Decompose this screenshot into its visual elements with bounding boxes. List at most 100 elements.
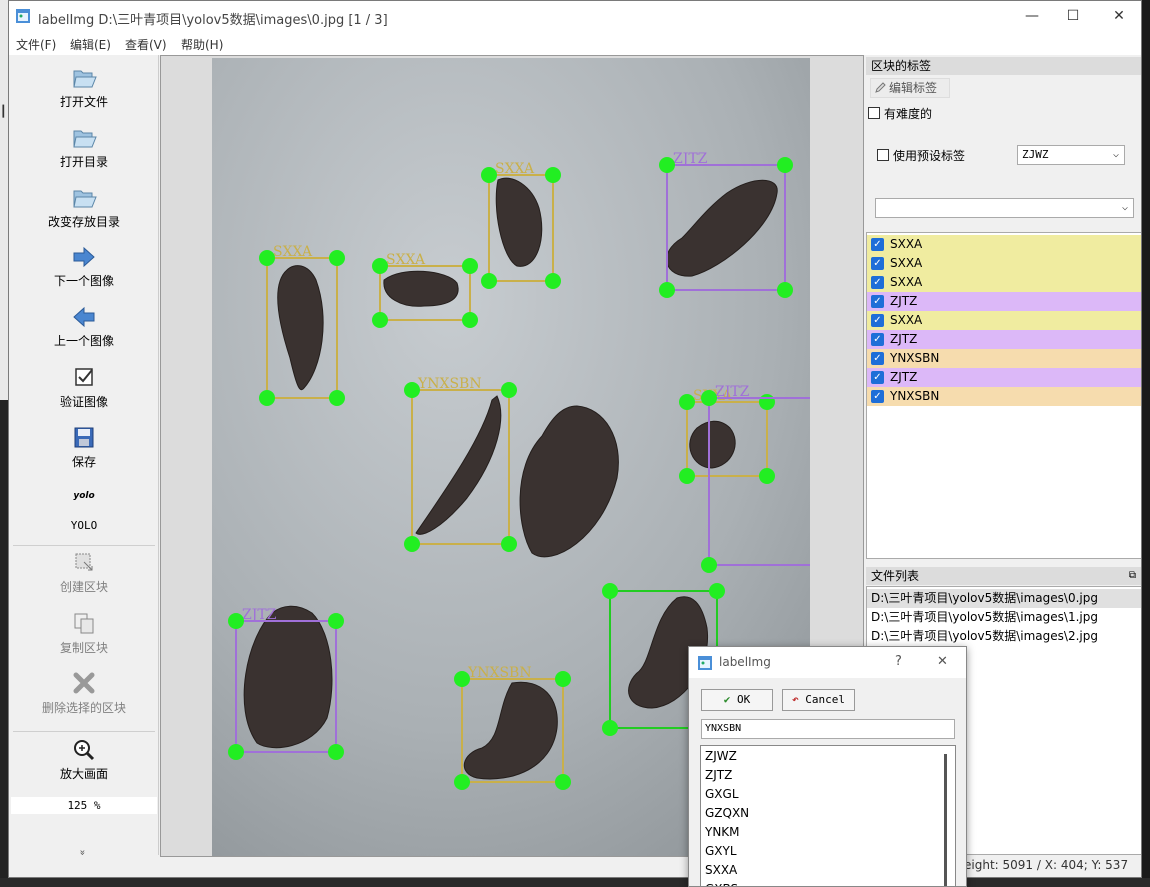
checked-checkbox[interactable]: ✓: [871, 238, 884, 251]
box-corner-handle[interactable]: [328, 744, 344, 760]
prev-image-button[interactable]: 上一个图像: [9, 304, 159, 349]
label-list-item[interactable]: ✓ YNXSBN: [867, 349, 1141, 368]
box-corner-handle[interactable]: [454, 671, 470, 687]
box-corner-handle[interactable]: [454, 774, 470, 790]
box-corner-handle[interactable]: [501, 382, 517, 398]
box-corner-handle[interactable]: [328, 613, 344, 629]
checked-checkbox[interactable]: ✓: [871, 352, 884, 365]
checked-checkbox[interactable]: ✓: [871, 257, 884, 270]
change-save-dir-button[interactable]: 改变存放目录: [9, 185, 159, 230]
box-corner-handle[interactable]: [481, 167, 497, 183]
label-option[interactable]: YNKM: [705, 823, 740, 842]
zoom-level-display[interactable]: 125 %: [11, 797, 157, 814]
box-corner-handle[interactable]: [659, 157, 675, 173]
scrollbar[interactable]: [944, 754, 947, 886]
label-option[interactable]: ZJWZ: [705, 747, 737, 766]
label-list-item[interactable]: ✓ SXXA: [867, 273, 1141, 292]
maximize-button[interactable]: ☐: [1050, 1, 1096, 32]
menu-view[interactable]: 查看(V): [125, 36, 167, 53]
toolbar-more-icon[interactable]: »: [77, 849, 88, 855]
label-option[interactable]: GXBS: [705, 880, 738, 886]
box-corner-handle[interactable]: [372, 312, 388, 328]
menu-edit[interactable]: 编辑(E): [70, 36, 111, 53]
yolo-format-button[interactable]: yolo YOLO: [9, 491, 159, 532]
box-corner-handle[interactable]: [462, 312, 478, 328]
create-box-button[interactable]: 创建区块: [9, 550, 159, 595]
checked-checkbox[interactable]: ✓: [871, 333, 884, 346]
use-default-label-checkbox[interactable]: [877, 149, 889, 161]
label-option[interactable]: SXXA: [705, 861, 737, 880]
label-filter-combo[interactable]: ⌵: [875, 198, 1134, 218]
checked-checkbox[interactable]: ✓: [871, 295, 884, 308]
box-corner-handle[interactable]: [759, 394, 775, 410]
box-corner-handle[interactable]: [545, 167, 561, 183]
duplicate-box-button[interactable]: 复制区块: [9, 611, 159, 656]
box-corner-handle[interactable]: [481, 273, 497, 289]
open-dir-button[interactable]: 打开目录: [9, 125, 159, 170]
label-option[interactable]: GZQXN: [705, 804, 749, 823]
checked-checkbox[interactable]: ✓: [871, 371, 884, 384]
label-list-item[interactable]: ✓ ZJTZ: [867, 368, 1141, 387]
box-corner-handle[interactable]: [777, 157, 793, 173]
box-corner-handle[interactable]: [462, 258, 478, 274]
box-corner-handle[interactable]: [259, 250, 275, 266]
delete-box-button[interactable]: 删除选择的区块: [9, 671, 159, 716]
menu-help[interactable]: 帮助(H): [181, 36, 223, 53]
box-corner-handle[interactable]: [329, 390, 345, 406]
box-corner-handle[interactable]: [602, 720, 618, 736]
label-list-item[interactable]: ✓ SXXA: [867, 235, 1141, 254]
dialog-help-button[interactable]: ?: [895, 654, 902, 669]
box-corner-handle[interactable]: [329, 250, 345, 266]
label-list-item[interactable]: ✓ ZJTZ: [867, 292, 1141, 311]
box-corner-handle[interactable]: [759, 468, 775, 484]
open-file-button[interactable]: 打开文件: [9, 65, 159, 110]
label-option[interactable]: ZJTZ: [705, 766, 732, 785]
box-corner-handle[interactable]: [372, 258, 388, 274]
file-item[interactable]: D:\三叶青项目\yolov5数据\images\2.jpg: [867, 627, 1141, 646]
box-corner-handle[interactable]: [555, 671, 571, 687]
dialog-close-button[interactable]: ✕: [937, 654, 948, 669]
box-corner-handle[interactable]: [228, 744, 244, 760]
box-corner-handle[interactable]: [501, 536, 517, 552]
box-corner-handle[interactable]: [659, 282, 675, 298]
checked-checkbox[interactable]: ✓: [871, 314, 884, 327]
box-corner-handle[interactable]: [545, 273, 561, 289]
checked-checkbox[interactable]: ✓: [871, 276, 884, 289]
checked-checkbox[interactable]: ✓: [871, 390, 884, 403]
label-option[interactable]: GXGL: [705, 785, 739, 804]
box-corner-handle[interactable]: [228, 613, 244, 629]
undock-icon[interactable]: ⧉: [1129, 567, 1136, 585]
box-corner-handle[interactable]: [701, 390, 717, 406]
ok-button[interactable]: ✔ OK: [701, 689, 773, 711]
difficult-checkbox[interactable]: [868, 107, 880, 119]
label-options-list[interactable]: GXBSSXXAGXYLYNKMGZQXNGXGLZJTZZJWZ: [700, 745, 956, 886]
next-image-button[interactable]: 下一个图像: [9, 244, 159, 289]
label-list-item[interactable]: ✓ YNXSBN: [867, 387, 1141, 406]
box-corner-handle[interactable]: [777, 282, 793, 298]
box-corner-handle[interactable]: [679, 468, 695, 484]
verify-image-button[interactable]: 验证图像: [9, 365, 159, 410]
box-corner-handle[interactable]: [709, 583, 725, 599]
save-button[interactable]: 保存: [9, 425, 159, 470]
label-list[interactable]: ✓ SXXA ✓ SXXA ✓ SXXA ✓ ZJTZ ✓ SXXA ✓ ZJTZ ✓ YNXSBN ✓ ZJ…: [866, 232, 1141, 559]
close-button[interactable]: ✕: [1096, 1, 1141, 32]
box-corner-handle[interactable]: [404, 536, 420, 552]
minimize-button[interactable]: —: [1009, 1, 1055, 32]
menu-file[interactable]: 文件(F): [16, 36, 56, 53]
box-corner-handle[interactable]: [404, 382, 420, 398]
file-item[interactable]: D:\三叶青项目\yolov5数据\images\0.jpg: [867, 589, 1141, 608]
label-list-item[interactable]: ✓ SXXA: [867, 311, 1141, 330]
box-corner-handle[interactable]: [555, 774, 571, 790]
box-corner-handle[interactable]: [679, 394, 695, 410]
box-corner-handle[interactable]: [701, 557, 717, 573]
cancel-button[interactable]: ↶ Cancel: [782, 689, 855, 711]
label-input[interactable]: YNXSBN: [701, 719, 955, 739]
box-corner-handle[interactable]: [602, 583, 618, 599]
label-list-item[interactable]: ✓ ZJTZ: [867, 330, 1141, 349]
label-list-item[interactable]: ✓ SXXA: [867, 254, 1141, 273]
default-label-combo[interactable]: ZJWZ ⌵: [1017, 145, 1125, 165]
zoom-in-button[interactable]: 放大画面: [9, 737, 159, 782]
box-corner-handle[interactable]: [259, 390, 275, 406]
edit-label-button[interactable]: 编辑标签: [870, 78, 950, 98]
file-item[interactable]: D:\三叶青项目\yolov5数据\images\1.jpg: [867, 608, 1141, 627]
